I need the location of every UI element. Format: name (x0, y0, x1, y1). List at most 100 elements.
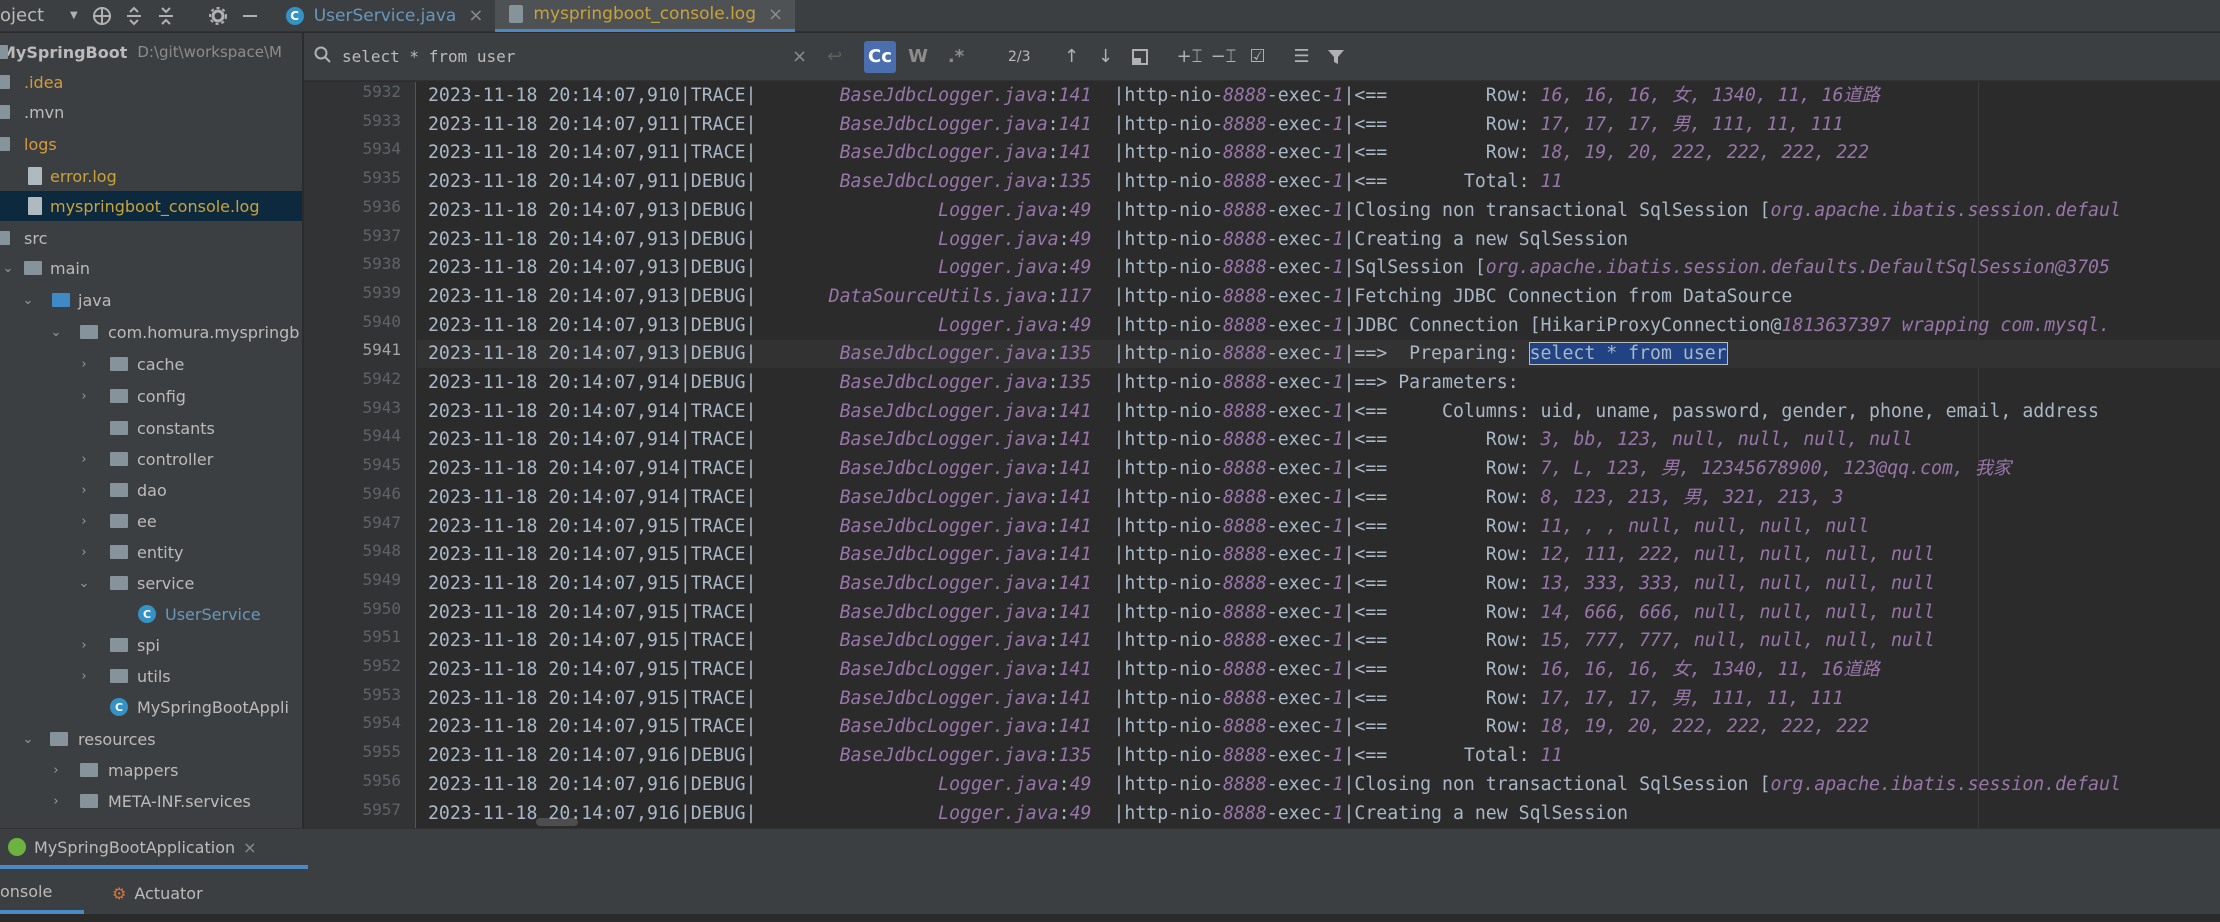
tab-userservice[interactable]: C UserService.java × (272, 0, 496, 32)
tab-actuator[interactable]: ⚙ Actuator (98, 872, 217, 914)
dropdown-arrow-icon[interactable]: ▼ (70, 10, 78, 21)
chevron-right-icon[interactable]: › (76, 389, 92, 404)
gear-icon[interactable] (202, 0, 234, 32)
tree-item-idea[interactable]: .idea (0, 67, 302, 97)
tree-item-java[interactable]: ⌄ java (0, 285, 302, 315)
tree-item-config[interactable]: › config (0, 381, 302, 411)
words-toggle[interactable]: W (902, 41, 934, 73)
chevron-right-icon[interactable]: › (48, 794, 64, 809)
match-case-toggle[interactable]: Cc (864, 40, 896, 73)
add-selection-icon[interactable]: +⌶ (1173, 40, 1207, 74)
log-line[interactable]: 2023-11-18 20:14:07,911|TRACE| BaseJdbcLo… (417, 111, 2220, 139)
tree-item-controller[interactable]: › controller (0, 444, 302, 474)
log-line[interactable]: 2023-11-18 20:14:07,915|TRACE| BaseJdbcLo… (417, 513, 2220, 541)
log-line[interactable]: 2023-11-18 20:14:07,916|DEBUG| BaseJdbcLo… (417, 742, 2220, 770)
log-line[interactable]: 2023-11-18 20:14:07,915|TRACE| BaseJdbcLo… (417, 685, 2220, 713)
tree-item-application[interactable]: C MySpringBootAppli (0, 692, 302, 722)
chevron-right-icon[interactable]: › (76, 452, 92, 467)
remove-selection-icon[interactable]: −⌶ (1207, 40, 1241, 74)
log-line[interactable]: 2023-11-18 20:14:07,915|TRACE| BaseJdbcLo… (417, 713, 2220, 741)
tree-item-src[interactable]: src (0, 223, 302, 253)
tree-item-mvn[interactable]: .mvn (0, 97, 302, 127)
tree-item-mappers[interactable]: › mappers (0, 755, 302, 785)
log-line[interactable]: 2023-11-18 20:14:07,914|TRACE| BaseJdbcLo… (417, 484, 2220, 512)
log-line[interactable]: 2023-11-18 20:14:07,914|TRACE| BaseJdbcLo… (417, 426, 2220, 454)
chevron-right-icon[interactable]: › (76, 514, 92, 529)
log-line[interactable]: 2023-11-18 20:14:07,913|DEBUG| Logger.jav… (417, 226, 2220, 254)
select-all-occurrences-icon[interactable] (1123, 40, 1157, 74)
tree-item-spi[interactable]: › spi (0, 630, 302, 660)
log-line[interactable]: 2023-11-18 20:14:07,916|DEBUG| Logger.jav… (417, 800, 2220, 828)
log-line[interactable]: 2023-11-18 20:14:07,915|TRACE| BaseJdbcLo… (417, 570, 2220, 598)
chevron-right-icon[interactable]: › (76, 669, 92, 684)
chevron-down-icon[interactable]: ⌄ (76, 576, 92, 591)
log-line[interactable]: 2023-11-18 20:14:07,915|TRACE| BaseJdbcLo… (417, 656, 2220, 684)
pad (417, 315, 428, 336)
clear-search-icon[interactable]: × (792, 46, 807, 67)
log-line[interactable]: 2023-11-18 20:14:07,911|TRACE| BaseJdbcLo… (417, 139, 2220, 167)
regex-toggle[interactable]: .* (940, 41, 972, 73)
log-line[interactable]: 2023-11-18 20:14:07,914|TRACE| BaseJdbcLo… (417, 398, 2220, 426)
chevron-right-icon[interactable]: › (76, 357, 92, 372)
tree-item-constants[interactable]: constants (0, 413, 302, 443)
log-line[interactable]: 2023-11-18 20:14:07,913|DEBUG| DataSource… (417, 283, 2220, 311)
log-line[interactable]: 2023-11-18 20:14:07,915|TRACE| BaseJdbcLo… (417, 599, 2220, 627)
log-line[interactable]: 2023-11-18 20:14:07,913|DEBUG| BaseJdbcLo… (417, 340, 2220, 369)
filter-icon[interactable] (1319, 40, 1353, 74)
log-line[interactable]: 2023-11-18 20:14:07,913|DEBUG| Logger.jav… (417, 197, 2220, 225)
log-line[interactable]: 2023-11-18 20:14:07,913|DEBUG| Logger.jav… (417, 254, 2220, 282)
log-value: 18, 19, 20, 222, 222, 222, 222 (1540, 142, 1870, 164)
chevron-right-icon[interactable]: › (76, 483, 92, 498)
log-thread-mid: -exec- (1266, 228, 1333, 250)
log-line[interactable]: 2023-11-18 20:14:07,911|DEBUG| BaseJdbcLo… (417, 168, 2220, 196)
log-line[interactable]: 2023-11-18 20:14:07,910|TRACE| BaseJdbcLo… (417, 82, 2220, 110)
tree-item-utils[interactable]: › utils (0, 661, 302, 691)
new-line-icon[interactable]: ↩ (827, 46, 842, 67)
filter-search-icon[interactable]: ☰ (1285, 40, 1319, 74)
project-view-label[interactable]: oject (0, 5, 70, 26)
close-icon[interactable]: × (768, 4, 783, 25)
close-icon[interactable]: × (243, 838, 256, 857)
tree-item-userservice[interactable]: C UserService (0, 599, 302, 629)
tree-item-main[interactable]: ⌄ main (0, 253, 302, 283)
chevron-down-icon[interactable]: ⌄ (48, 325, 64, 340)
chevron-right-icon[interactable]: › (76, 545, 92, 560)
tree-item-meta-inf[interactable]: › META-INF.services (0, 786, 302, 816)
tree-item-resources[interactable]: ⌄ resources (0, 724, 302, 754)
tree-item-dao[interactable]: › dao (0, 475, 302, 505)
tab-console-log[interactable]: myspringboot_console.log × (495, 0, 796, 32)
chevron-down-icon[interactable]: ⌄ (20, 732, 36, 747)
tree-item-ee[interactable]: › ee (0, 506, 302, 536)
minimize-icon[interactable] (234, 0, 266, 32)
tree-item-logs[interactable]: logs (0, 129, 302, 159)
log-content[interactable]: 2023-11-18 20:14:07,910|TRACE| BaseJdbcLo… (417, 82, 2220, 828)
chevron-right-icon[interactable]: › (48, 763, 64, 778)
close-icon[interactable]: × (468, 5, 483, 26)
tree-item-entity[interactable]: › entity (0, 537, 302, 567)
tree-item-console-log[interactable]: myspringboot_console.log (0, 191, 302, 221)
tab-console[interactable]: onsole (0, 872, 84, 914)
previous-occurrence-icon[interactable]: ↑ (1055, 40, 1089, 74)
log-line[interactable]: 2023-11-18 20:14:07,916|DEBUG| Logger.jav… (417, 771, 2220, 799)
log-line[interactable]: 2023-11-18 20:14:07,914|TRACE| BaseJdbcLo… (417, 455, 2220, 483)
search-input[interactable] (342, 47, 782, 66)
next-occurrence-icon[interactable]: ↓ (1089, 40, 1123, 74)
locate-icon[interactable] (86, 0, 118, 32)
chevron-down-icon[interactable]: ⌄ (0, 261, 16, 276)
tree-root[interactable]: MySpringBoot D:\git\workspace\M (0, 37, 302, 67)
tree-item-error-log[interactable]: error.log (0, 161, 302, 191)
chevron-right-icon[interactable]: › (76, 638, 92, 653)
tree-item-service[interactable]: ⌄ service (0, 568, 302, 598)
log-line[interactable]: 2023-11-18 20:14:07,915|TRACE| BaseJdbcLo… (417, 627, 2220, 655)
collapse-all-icon[interactable] (150, 0, 182, 32)
run-config-tab[interactable]: MySpringBootApplication × (0, 829, 308, 869)
select-all-icon[interactable]: ☑ (1241, 40, 1275, 74)
log-line[interactable]: 2023-11-18 20:14:07,915|TRACE| BaseJdbcLo… (417, 541, 2220, 569)
search-field[interactable]: × ↩ (304, 38, 864, 76)
tree-item-cache[interactable]: › cache (0, 349, 302, 379)
expand-all-icon[interactable] (118, 0, 150, 32)
log-line[interactable]: 2023-11-18 20:14:07,914|DEBUG| BaseJdbcLo… (417, 369, 2220, 397)
tree-item-package[interactable]: ⌄ com.homura.myspringb (0, 317, 302, 347)
log-line[interactable]: 2023-11-18 20:14:07,913|DEBUG| Logger.jav… (417, 312, 2220, 340)
chevron-down-icon[interactable]: ⌄ (20, 293, 36, 308)
